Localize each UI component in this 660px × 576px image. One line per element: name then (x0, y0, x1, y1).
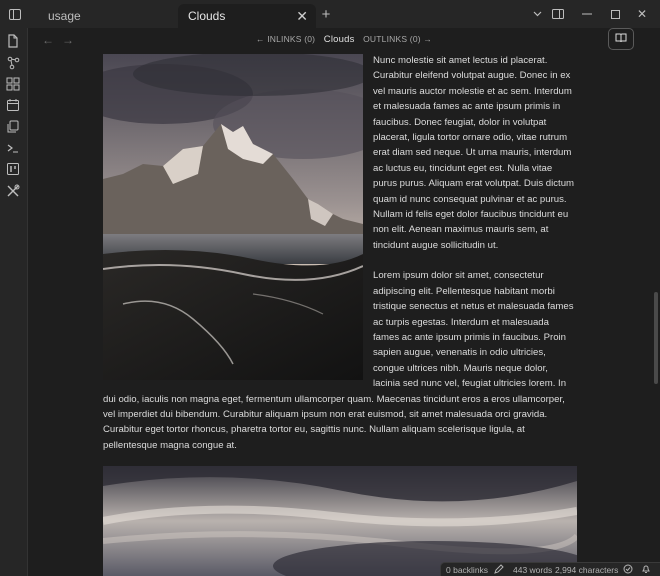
reading-view-button[interactable] (608, 28, 634, 50)
split-view-icon[interactable] (551, 0, 565, 28)
view-header: ← → ← INLINKS (0) Clouds OUTLINKS (0) → (28, 28, 660, 52)
maximize-icon[interactable] (607, 0, 623, 28)
copy-icon[interactable] (6, 120, 22, 136)
tab-usage[interactable]: usage (38, 4, 178, 28)
bell-icon[interactable] (641, 564, 651, 576)
inlinks-link[interactable]: ← INLINKS (0) (256, 34, 315, 44)
sidebar-toggle-icon[interactable] (4, 0, 26, 28)
calendar-icon[interactable] (6, 98, 22, 114)
backlinks-count[interactable]: 0 backlinks (446, 565, 488, 575)
clouds-image (103, 466, 577, 576)
chevron-down-icon[interactable] (530, 0, 544, 28)
reading-view-icon (615, 30, 627, 48)
terminal-icon[interactable] (6, 141, 22, 157)
status-bar: 0 backlinks 443 words 2,994 characters (440, 562, 660, 576)
outlinks-link[interactable]: OUTLINKS (0) → (363, 34, 432, 44)
breadcrumb: ← INLINKS (0) Clouds OUTLINKS (0) → (28, 34, 660, 45)
new-tab-icon[interactable]: + (318, 0, 334, 28)
mountain-beach-image (103, 54, 363, 380)
title-bar: usage Clouds ✕ + ✕ (0, 0, 660, 28)
character-count: 2,994 characters (555, 565, 619, 575)
edit-icon[interactable] (494, 564, 504, 576)
minimize-icon[interactable] (578, 0, 596, 28)
scrollbar[interactable] (654, 292, 658, 384)
tab-label: Clouds (188, 9, 226, 23)
sync-icon[interactable] (623, 564, 633, 576)
page-title: Clouds (323, 34, 355, 45)
close-tab-icon[interactable]: ✕ (296, 8, 308, 25)
word-count: 443 words (513, 565, 553, 575)
left-ribbon (0, 28, 28, 576)
files-icon[interactable] (6, 34, 22, 50)
tools-icon[interactable] (6, 184, 22, 200)
grid-icon[interactable] (6, 77, 22, 93)
graph-icon[interactable] (6, 56, 22, 72)
kanban-icon[interactable] (6, 162, 22, 178)
close-icon[interactable]: ✕ (634, 0, 650, 28)
note-content: Nunc molestie sit amet lectus id placera… (103, 54, 577, 453)
tab-clouds[interactable]: Clouds ✕ (178, 4, 316, 28)
tab-label: usage (48, 9, 81, 23)
